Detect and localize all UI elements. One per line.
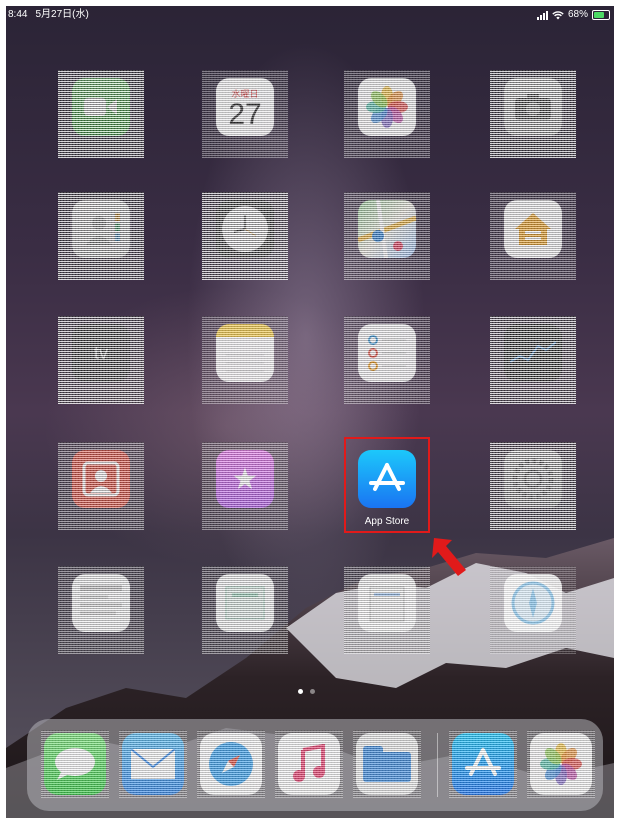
app-settings[interactable] — [490, 442, 576, 530]
app-files[interactable] — [344, 566, 430, 654]
glitch-overlay — [202, 566, 288, 654]
glitch-overlay — [58, 70, 144, 158]
glitch-overlay — [344, 70, 430, 158]
battery-icon — [592, 10, 610, 20]
dock-messages[interactable] — [41, 730, 109, 798]
glitch-overlay — [353, 730, 421, 798]
app-store-highlight-box — [344, 437, 430, 533]
app-maps[interactable] — [344, 192, 430, 280]
dock-files[interactable] — [353, 730, 421, 798]
glitch-overlay — [449, 730, 517, 798]
glitch-overlay — [202, 316, 288, 404]
dock-mail[interactable] — [119, 730, 187, 798]
glitch-overlay — [275, 730, 343, 798]
glitch-overlay — [490, 192, 576, 280]
app-books[interactable] — [202, 566, 288, 654]
app-stocks[interactable] — [490, 316, 576, 404]
glitch-overlay — [490, 70, 576, 158]
glitch-overlay — [344, 192, 430, 280]
glitch-overlay — [202, 70, 288, 158]
red-arrow-icon — [432, 538, 466, 576]
page-dot[interactable] — [310, 689, 315, 694]
app-tv[interactable]: tv — [58, 316, 144, 404]
glitch-overlay — [344, 316, 430, 404]
glitch-overlay — [119, 730, 187, 798]
glitch-overlay — [58, 442, 144, 530]
page-dot[interactable] — [298, 689, 303, 694]
dock-app-store-recent[interactable] — [449, 730, 517, 798]
glitch-overlay — [490, 316, 576, 404]
home-screen: 8:44 5月27日(水) 68% 水曜日 27 App Store — [6, 6, 614, 818]
app-photo-booth[interactable] — [58, 442, 144, 530]
battery-percent: 68% — [567, 9, 588, 20]
app-facetime[interactable] — [58, 70, 144, 158]
glitch-overlay — [41, 730, 109, 798]
dock — [27, 719, 603, 811]
app-calendar[interactable]: 水曜日 27 — [202, 70, 288, 158]
signal-icon — [536, 10, 548, 20]
glitch-overlay — [58, 316, 144, 404]
dock-safari[interactable] — [197, 730, 265, 798]
app-itunes-store[interactable]: ★ — [202, 442, 288, 530]
glitch-overlay — [197, 730, 265, 798]
status-date: 5月27日(水) — [35, 9, 89, 20]
glitch-overlay — [490, 442, 576, 530]
page-indicator[interactable] — [298, 689, 315, 694]
dock-music[interactable] — [275, 730, 343, 798]
dock-photos-recent[interactable] — [527, 730, 595, 798]
app-photos[interactable] — [344, 70, 430, 158]
app-contacts[interactable] — [58, 192, 144, 280]
app-home[interactable] — [490, 192, 576, 280]
glitch-overlay — [202, 442, 288, 530]
app-clock[interactable] — [202, 192, 288, 280]
status-time: 8:44 — [8, 9, 28, 20]
glitch-overlay — [527, 730, 595, 798]
glitch-overlay — [490, 566, 576, 654]
glitch-overlay — [58, 192, 144, 280]
glitch-overlay — [58, 566, 144, 654]
app-camera[interactable] — [490, 70, 576, 158]
dock-divider — [437, 733, 438, 797]
wifi-icon — [552, 10, 564, 19]
glitch-overlay — [344, 566, 430, 654]
app-news[interactable] — [58, 566, 144, 654]
app-notes[interactable] — [202, 316, 288, 404]
glitch-overlay — [202, 192, 288, 280]
app-safari-home[interactable] — [490, 566, 576, 654]
app-reminders[interactable] — [344, 316, 430, 404]
status-bar: 8:44 5月27日(水) 68% — [6, 6, 614, 24]
